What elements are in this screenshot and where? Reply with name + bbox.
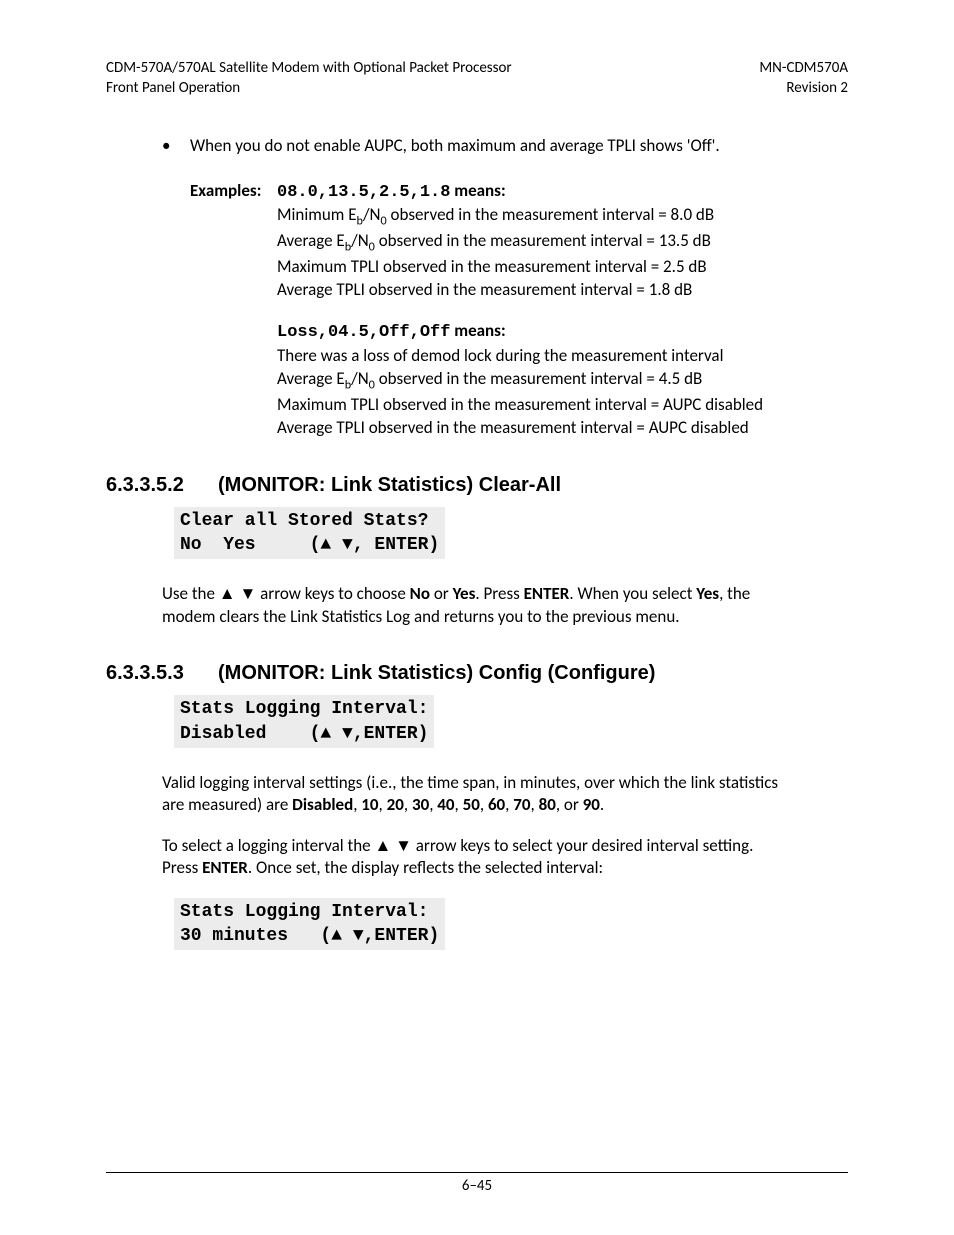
- example-1-line: Average Eb/N0 observed in the measuremen…: [277, 230, 848, 256]
- example-1-line: Minimum Eb/N0 observed in the measuremen…: [277, 204, 848, 230]
- example-1-body: Minimum Eb/N0 observed in the measuremen…: [277, 204, 848, 302]
- section-2-body-1: Valid logging interval settings (i.e., t…: [162, 772, 792, 817]
- lcd-display-interval-disabled: Stats Logging Interval: Disabled (▲ ▼,EN…: [174, 695, 434, 748]
- section-heading-63353: 6.3.3.5.3(MONITOR: Link Statistics) Conf…: [106, 662, 848, 685]
- header-left-2: Front Panel Operation: [106, 79, 240, 97]
- header-left-1: CDM-570A/570AL Satellite Modem with Opti…: [106, 59, 512, 77]
- text: . Press: [475, 583, 523, 604]
- header-left: CDM-570A/570AL Satellite Modem with Opti…: [106, 58, 512, 99]
- option-no: No: [410, 583, 430, 604]
- bullet-item: • When you do not enable AUPC, both maxi…: [162, 135, 848, 156]
- example-1-line: Maximum TPLI observed in the measurement…: [277, 256, 848, 279]
- interval-option: 60: [488, 794, 505, 815]
- section-number: 6.3.3.5.2: [106, 474, 218, 497]
- page: CDM-570A/570AL Satellite Modem with Opti…: [0, 0, 954, 1235]
- example-1-head: Examples: 08.0,13.5,2.5,1.8 means:: [214, 180, 848, 205]
- example-2-body: There was a loss of demod lock during th…: [277, 345, 848, 440]
- interval-option: Disabled: [292, 794, 353, 815]
- section-2-body-2: To select a logging interval the ▲ ▼ arr…: [162, 835, 792, 880]
- key-enter: ENTER: [524, 583, 570, 604]
- option-yes: Yes: [696, 583, 719, 604]
- text: , or: [556, 794, 583, 815]
- examples-block: Examples: 08.0,13.5,2.5,1.8 means: Minim…: [214, 180, 848, 440]
- interval-option: 40: [437, 794, 454, 815]
- section-1-body: Use the ▲ ▼ arrow keys to choose No or Y…: [162, 583, 792, 628]
- header-right-2: Revision 2: [786, 79, 848, 97]
- section-title: (MONITOR: Link Statistics) Config (Confi…: [218, 662, 655, 684]
- example-2-code: Loss,04.5,Off,Off: [277, 323, 450, 342]
- interval-option: 30: [412, 794, 429, 815]
- interval-option: 50: [463, 794, 480, 815]
- page-header: CDM-570A/570AL Satellite Modem with Opti…: [106, 58, 848, 99]
- page-number: 6–45: [0, 1177, 954, 1195]
- header-right: MN-CDM570A Revision 2: [759, 58, 848, 99]
- section-number: 6.3.3.5.3: [106, 662, 218, 685]
- interval-options: Disabled, 10, 20, 30, 40, 50, 60, 70, 80: [292, 794, 556, 815]
- header-right-1: MN-CDM570A: [759, 59, 848, 77]
- interval-option: 10: [361, 794, 378, 815]
- example-2-line: Average TPLI observed in the measurement…: [277, 417, 848, 440]
- text: . Once set, the display reflects the sel…: [248, 857, 603, 878]
- example-2-line: There was a loss of demod lock during th…: [277, 345, 848, 368]
- example-2-means: means:: [450, 320, 505, 341]
- lcd-display-clear-all: Clear all Stored Stats? No Yes (▲ ▼, ENT…: [174, 507, 445, 560]
- footer-rule: [106, 1172, 848, 1173]
- text: or: [430, 583, 453, 604]
- option-yes: Yes: [453, 583, 476, 604]
- examples-label: Examples:: [190, 180, 261, 201]
- example-1-line: Average TPLI observed in the measurement…: [277, 279, 848, 302]
- interval-option: 80: [539, 794, 556, 815]
- text: .: [600, 794, 604, 815]
- text: Use the ▲ ▼ arrow keys to choose: [162, 583, 410, 604]
- interval-option: 70: [513, 794, 530, 815]
- example-2-line: Average Eb/N0 observed in the measuremen…: [277, 368, 848, 394]
- section-heading-63352: 6.3.3.5.2(MONITOR: Link Statistics) Clea…: [106, 474, 848, 497]
- example-1-code: 08.0,13.5,2.5,1.8: [277, 183, 450, 202]
- bullet-text: When you do not enable AUPC, both maximu…: [190, 135, 720, 156]
- interval-option: 20: [387, 794, 404, 815]
- key-enter: ENTER: [202, 857, 248, 878]
- bullet-dot: •: [162, 135, 190, 156]
- text: . When you select: [569, 583, 696, 604]
- example-2-head: Loss,04.5,Off,Off means:: [277, 320, 848, 345]
- lcd-display-interval-30: Stats Logging Interval: 30 minutes (▲ ▼,…: [174, 898, 445, 951]
- section-title: (MONITOR: Link Statistics) Clear-All: [218, 474, 561, 496]
- interval-option: 90: [583, 794, 600, 815]
- example-1-means: means:: [450, 180, 505, 201]
- example-2-line: Maximum TPLI observed in the measurement…: [277, 394, 848, 417]
